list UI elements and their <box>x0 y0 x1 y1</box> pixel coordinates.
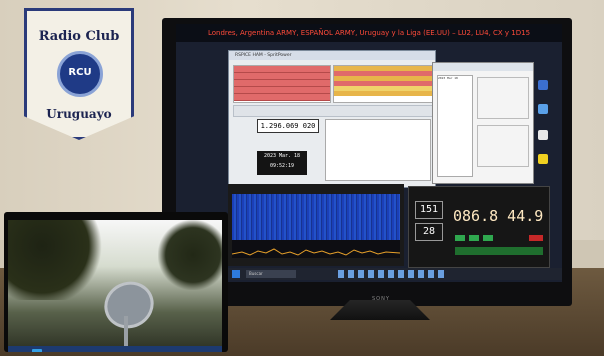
waterfall-display[interactable] <box>232 194 400 240</box>
tree-image <box>158 220 222 290</box>
clock-time: 09:52:19 <box>269 163 295 169</box>
green-button[interactable] <box>483 235 493 241</box>
radio-frequency-display: 086.8 44.9 <box>453 207 544 225</box>
club-logo-icon: RCU <box>57 51 103 97</box>
button-row[interactable] <box>455 247 543 255</box>
window-title: RSPICE HAM - SpritPower <box>229 51 435 60</box>
desktop-shortcut-icon[interactable] <box>538 130 548 140</box>
tab-strip[interactable] <box>233 105 433 117</box>
laptop-taskbar[interactable] <box>8 346 222 352</box>
green-button[interactable] <box>469 235 479 241</box>
settings-table <box>325 119 431 181</box>
spectrum-display[interactable] <box>231 240 401 258</box>
frequency-display[interactable]: 1.296.069 020 <box>257 119 319 133</box>
alert-row <box>234 66 330 73</box>
club-banner: Radio Club RCU Uruguayo <box>24 8 134 140</box>
taskbar[interactable]: Buscar <box>228 268 562 280</box>
laptop-taskbar-button[interactable] <box>32 349 42 352</box>
taskbar-apps[interactable] <box>338 270 448 278</box>
alert-row <box>234 80 330 87</box>
green-button[interactable] <box>455 235 465 241</box>
monitor-screen: Londres, Argentina ARMY, ESPAÑOL ARMY, U… <box>176 24 562 282</box>
tree-image <box>8 220 108 300</box>
club-logo-text: RCU <box>68 67 92 78</box>
spot-list <box>333 65 433 103</box>
monitor-brand: SONY <box>372 296 390 302</box>
info-dialog[interactable]: 2023 Mar 18 <box>432 62 534 184</box>
alert-row <box>234 94 330 101</box>
waterfall-panel[interactable] <box>228 184 404 266</box>
taskbar-search[interactable]: Buscar <box>246 270 296 278</box>
desktop-shortcut-icon[interactable] <box>538 80 548 90</box>
level-display: 28 <box>415 223 443 241</box>
spectrum-trace <box>231 248 401 256</box>
dialog-header: 2023 Mar 18 <box>438 76 458 80</box>
desktop-shortcut-icon[interactable] <box>538 154 548 164</box>
laptop-screen <box>8 220 222 352</box>
dish-mast <box>124 316 128 346</box>
screen-title-bar: Londres, Argentina ARMY, ESPAÑOL ARMY, U… <box>176 24 562 42</box>
channel-display: 151 <box>415 201 443 219</box>
banner-title: Radio Club <box>38 29 120 44</box>
list-item <box>334 91 432 96</box>
alert-row <box>234 73 330 80</box>
options-group[interactable] <box>477 77 529 119</box>
radio-control-panel[interactable]: 151 28 086.8 44.9 <box>408 186 550 268</box>
dialog-log: 2023 Mar 18 <box>437 75 473 177</box>
sdr-app-window[interactable]: RSPICE HAM - SpritPower 1.296.069 020 20… <box>228 50 436 188</box>
red-button[interactable] <box>529 235 543 241</box>
options-group[interactable] <box>477 125 529 167</box>
laptop <box>4 212 228 352</box>
banner-subtitle: Uruguayo <box>46 107 112 121</box>
start-icon[interactable] <box>232 270 240 278</box>
alert-list <box>233 65 331 103</box>
clock-display: 2023 Mar. 18 09:52:19 <box>257 151 307 175</box>
alert-row <box>234 87 330 94</box>
clock-date: 2023 Mar. 18 <box>263 153 301 159</box>
dialog-title-bar <box>433 63 533 71</box>
desktop-shortcut-icon[interactable] <box>538 104 548 114</box>
